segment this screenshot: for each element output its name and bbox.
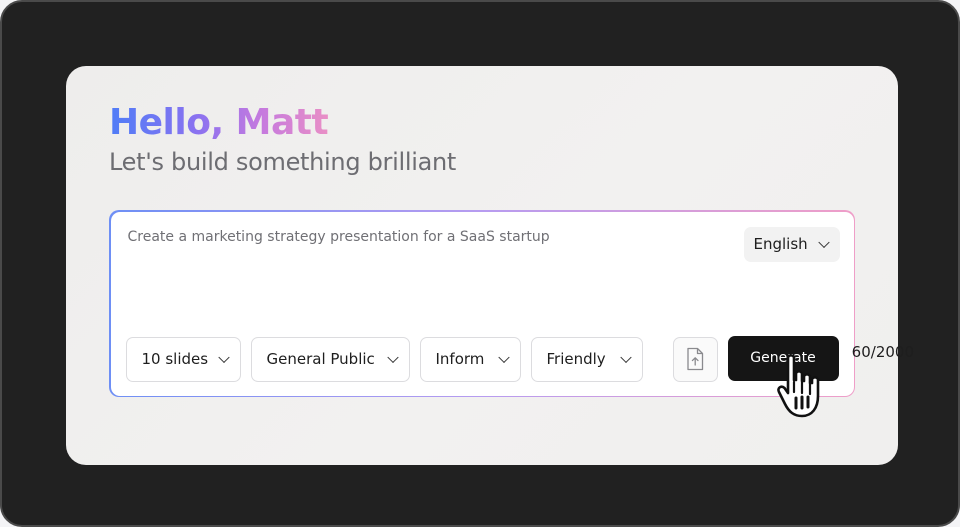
language-select[interactable]: English: [743, 226, 840, 262]
file-upload-icon: [687, 347, 704, 371]
hand-pointer-cursor-icon: [777, 354, 820, 418]
goal-select[interactable]: Inform: [419, 336, 521, 382]
tone-select[interactable]: Friendly: [530, 336, 643, 382]
chevron-down-icon: [497, 351, 510, 364]
prompt-inner: Create a marketing strategy presentation…: [110, 211, 854, 396]
language-label: English: [753, 235, 808, 253]
main-card: Hello, Matt Let's build something brilli…: [66, 66, 898, 465]
audience-select[interactable]: General Public: [250, 336, 410, 382]
prompt-box: Create a marketing strategy presentation…: [109, 210, 855, 397]
slides-label: 10 slides: [141, 350, 209, 368]
upload-button[interactable]: [672, 336, 718, 382]
greeting-heading: Hello, Matt: [109, 102, 329, 143]
character-counter: 60/2000: [851, 343, 914, 361]
device-frame: Hello, Matt Let's build something brilli…: [0, 0, 960, 527]
chevron-down-icon: [386, 351, 399, 364]
page-subtitle: Let's build something brilliant: [109, 148, 456, 176]
goal-label: Inform: [435, 350, 485, 368]
chevron-down-icon: [217, 351, 230, 364]
tone-label: Friendly: [546, 350, 606, 368]
slides-select[interactable]: 10 slides: [125, 336, 241, 382]
chevron-down-icon: [619, 351, 632, 364]
prompt-input[interactable]: Create a marketing strategy presentation…: [128, 229, 550, 245]
audience-label: General Public: [266, 350, 375, 368]
chevron-down-icon: [817, 236, 830, 249]
